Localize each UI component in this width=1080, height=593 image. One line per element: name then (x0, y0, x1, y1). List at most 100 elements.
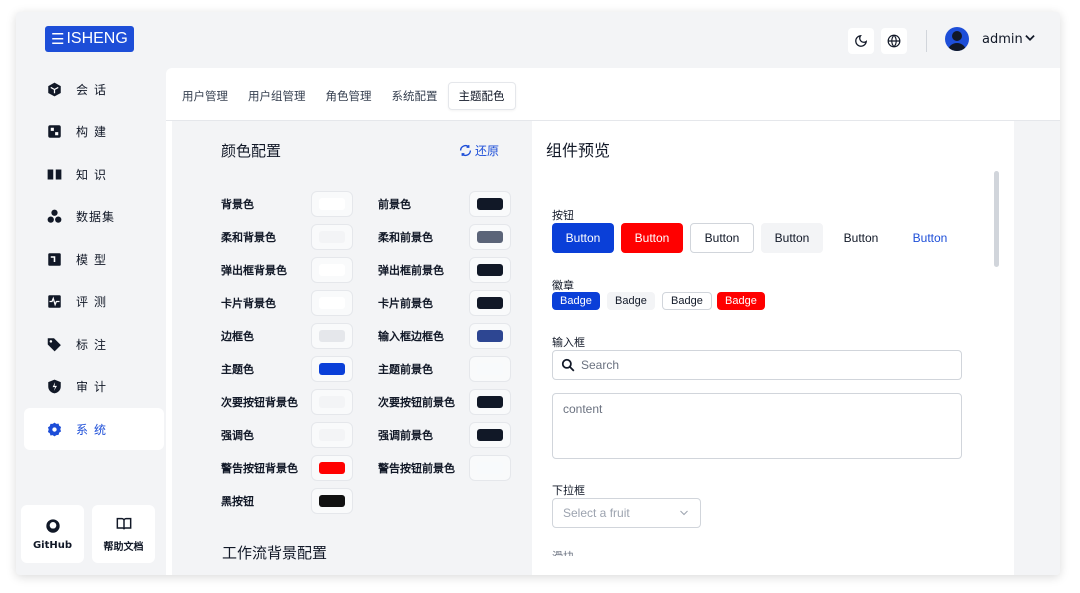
color-label: 柔和背景色 (221, 231, 276, 244)
ghost-button[interactable]: Button (830, 223, 892, 253)
color-chip (477, 330, 503, 342)
color-label: 卡片背景色 (221, 297, 276, 310)
github-link[interactable]: GitHub (21, 505, 84, 563)
tab-user-management[interactable]: 用户管理 (172, 82, 238, 110)
color-swatch[interactable] (311, 191, 353, 217)
color-label: 强调前景色 (378, 429, 433, 442)
destructive-badge: Badge (717, 292, 765, 310)
logo-icon: ☰ (51, 31, 65, 48)
color-swatch[interactable] (311, 323, 353, 349)
color-row: 前景色 (378, 190, 411, 218)
help-docs-link[interactable]: 帮助文档 (92, 505, 155, 563)
color-swatch[interactable] (469, 290, 511, 316)
search-field[interactable] (552, 350, 962, 380)
app-logo[interactable]: ☰ ISHENG (45, 26, 134, 52)
sidebar-item-knowledge[interactable]: 知识 (24, 153, 164, 195)
sidebar-item-system[interactable]: 系统 (24, 408, 164, 450)
sidebar-bottom: GitHub 帮助文档 (21, 505, 155, 563)
color-swatch[interactable] (311, 356, 353, 382)
main-content: 用户管理 用户组管理 角色管理 系统配置 主题配色 颜色配置 还原 背景色 柔和背… (166, 68, 1060, 575)
tab-user-groups[interactable]: 用户组管理 (238, 82, 316, 110)
color-chip (477, 363, 503, 375)
search-input[interactable] (581, 358, 941, 372)
color-swatch[interactable] (469, 356, 511, 382)
logo-text: ISHENG (66, 30, 128, 47)
color-swatch[interactable] (469, 455, 511, 481)
link-button[interactable]: Button (899, 223, 961, 253)
color-swatch[interactable] (311, 257, 353, 283)
outline-button[interactable]: Button (690, 223, 754, 253)
refresh-icon (459, 145, 472, 156)
color-label: 边框色 (221, 330, 254, 343)
tab-system-config[interactable]: 系统配置 (382, 82, 448, 110)
color-swatch[interactable] (469, 257, 511, 283)
user-name[interactable]: admin (982, 32, 1023, 47)
activity-icon (46, 294, 62, 310)
color-label: 前景色 (378, 198, 411, 211)
color-swatch[interactable] (311, 224, 353, 250)
color-chip (319, 297, 345, 309)
color-swatch[interactable] (469, 389, 511, 415)
reset-label: 还原 (475, 144, 500, 158)
chevron-down-icon (680, 510, 688, 516)
sidebar-item-label: 审计 (76, 380, 113, 394)
sidebar-item-build[interactable]: 构建 (24, 111, 164, 153)
sidebar: 会话 构建 知识 数据集 模型 评测 标注 审计 系统 (24, 68, 164, 451)
right-gutter (1014, 121, 1060, 575)
color-swatch[interactable] (311, 389, 353, 415)
sidebar-item-label: 模型 (76, 252, 113, 267)
preview-title: 组件预览 (546, 141, 611, 160)
color-chip (319, 396, 345, 408)
color-row: 黑按钮 (221, 487, 254, 515)
sidebar-item-label: 知识 (76, 167, 113, 182)
color-chip (477, 462, 503, 474)
sidebar-item-dataset[interactable]: 数据集 (24, 196, 164, 238)
chevron-down-icon[interactable] (1023, 31, 1037, 48)
avatar[interactable] (945, 27, 969, 51)
destructive-button[interactable]: Button (621, 223, 683, 253)
book-icon (116, 517, 131, 529)
color-label: 输入框边框色 (378, 330, 444, 343)
color-row: 弹出框前景色 (378, 256, 444, 284)
sidebar-item-label: 系统 (76, 422, 113, 437)
color-swatch[interactable] (469, 422, 511, 448)
moon-icon (855, 34, 868, 47)
color-label: 警告按钮前景色 (378, 462, 455, 475)
slider-label: 滑块 (552, 548, 574, 556)
color-swatch[interactable] (469, 224, 511, 250)
component-preview: 组件预览 按钮 Button Button Button Button Butt… (532, 121, 1014, 575)
topbar-divider (926, 30, 927, 52)
scrollbar[interactable] (994, 171, 999, 267)
color-swatch[interactable] (311, 290, 353, 316)
color-config-title: 颜色配置 (221, 142, 282, 160)
color-label: 主题色 (221, 363, 254, 376)
fruit-select[interactable]: Select a fruit (552, 498, 701, 528)
sidebar-item-annotate[interactable]: 标注 (24, 323, 164, 365)
sidebar-item-chat[interactable]: 会话 (24, 68, 164, 110)
select-placeholder: Select a fruit (563, 506, 630, 520)
gear-icon (46, 421, 62, 437)
theme-toggle-button[interactable] (848, 28, 874, 54)
primary-button[interactable]: Button (552, 223, 614, 253)
reset-button[interactable]: 还原 (459, 142, 499, 159)
color-chip (319, 264, 345, 276)
sidebar-item-model[interactable]: 模型 (24, 238, 164, 280)
color-swatch[interactable] (311, 422, 353, 448)
github-icon (45, 518, 60, 533)
color-chip (319, 231, 345, 243)
shapes-icon (46, 209, 62, 225)
language-button[interactable] (881, 28, 907, 54)
color-swatch[interactable] (469, 191, 511, 217)
color-row: 卡片背景色 (221, 289, 276, 317)
secondary-button[interactable]: Button (761, 223, 823, 253)
color-swatch[interactable] (311, 488, 353, 514)
color-row: 次要按钮前景色 (378, 388, 455, 416)
content-textarea[interactable]: content (552, 393, 962, 459)
color-swatch[interactable] (311, 455, 353, 481)
tab-theme-colors[interactable]: 主题配色 (447, 82, 516, 110)
tab-bar: 用户管理 用户组管理 角色管理 系统配置 主题配色 (172, 80, 516, 112)
sidebar-item-audit[interactable]: 审计 (24, 366, 164, 408)
color-swatch[interactable] (469, 323, 511, 349)
sidebar-item-eval[interactable]: 评测 (24, 281, 164, 323)
tab-roles[interactable]: 角色管理 (316, 82, 382, 110)
